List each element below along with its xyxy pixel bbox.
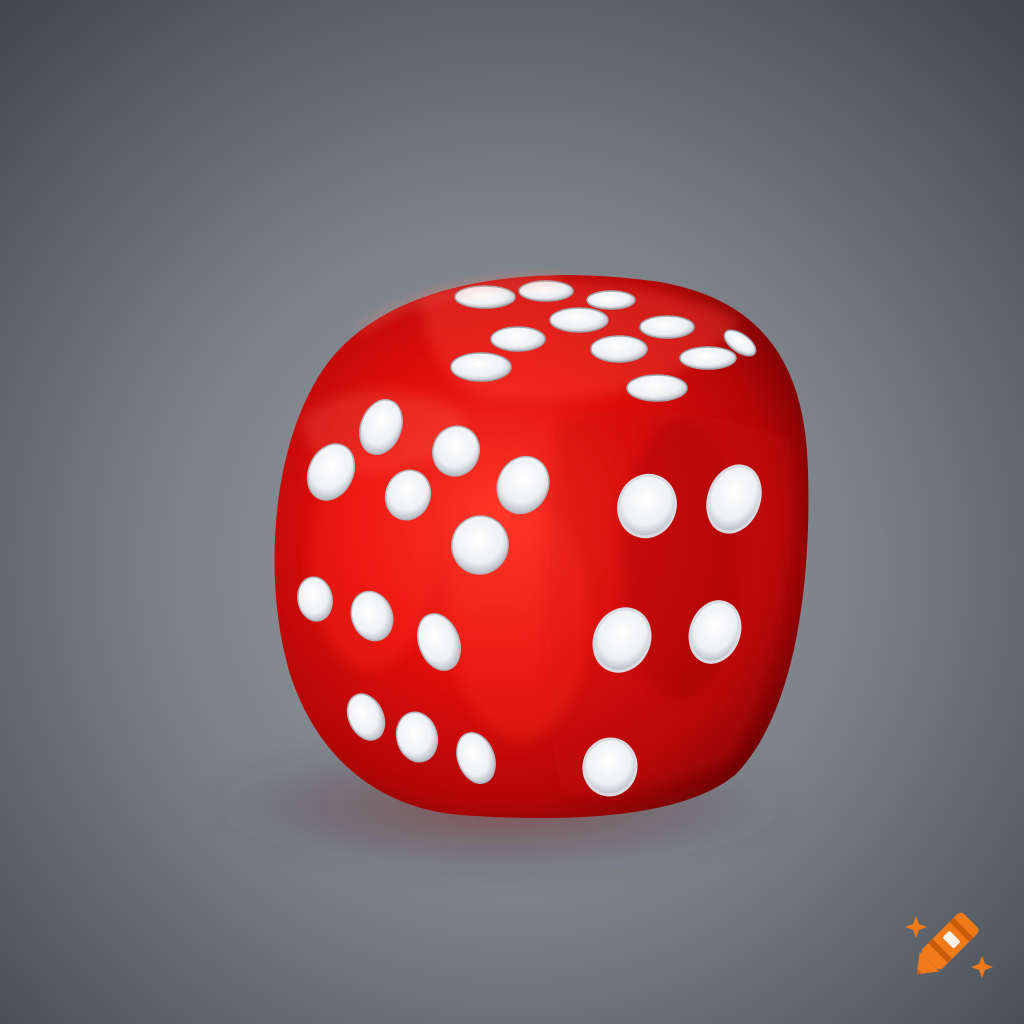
pip xyxy=(626,374,688,402)
pip xyxy=(490,326,546,352)
pip xyxy=(639,315,695,339)
pip xyxy=(518,280,574,302)
pip xyxy=(590,335,648,363)
pip xyxy=(679,346,737,370)
red-die xyxy=(274,275,809,819)
die-photo xyxy=(0,0,1024,1024)
pip xyxy=(450,352,512,382)
pip xyxy=(549,307,609,333)
pip xyxy=(586,290,636,310)
